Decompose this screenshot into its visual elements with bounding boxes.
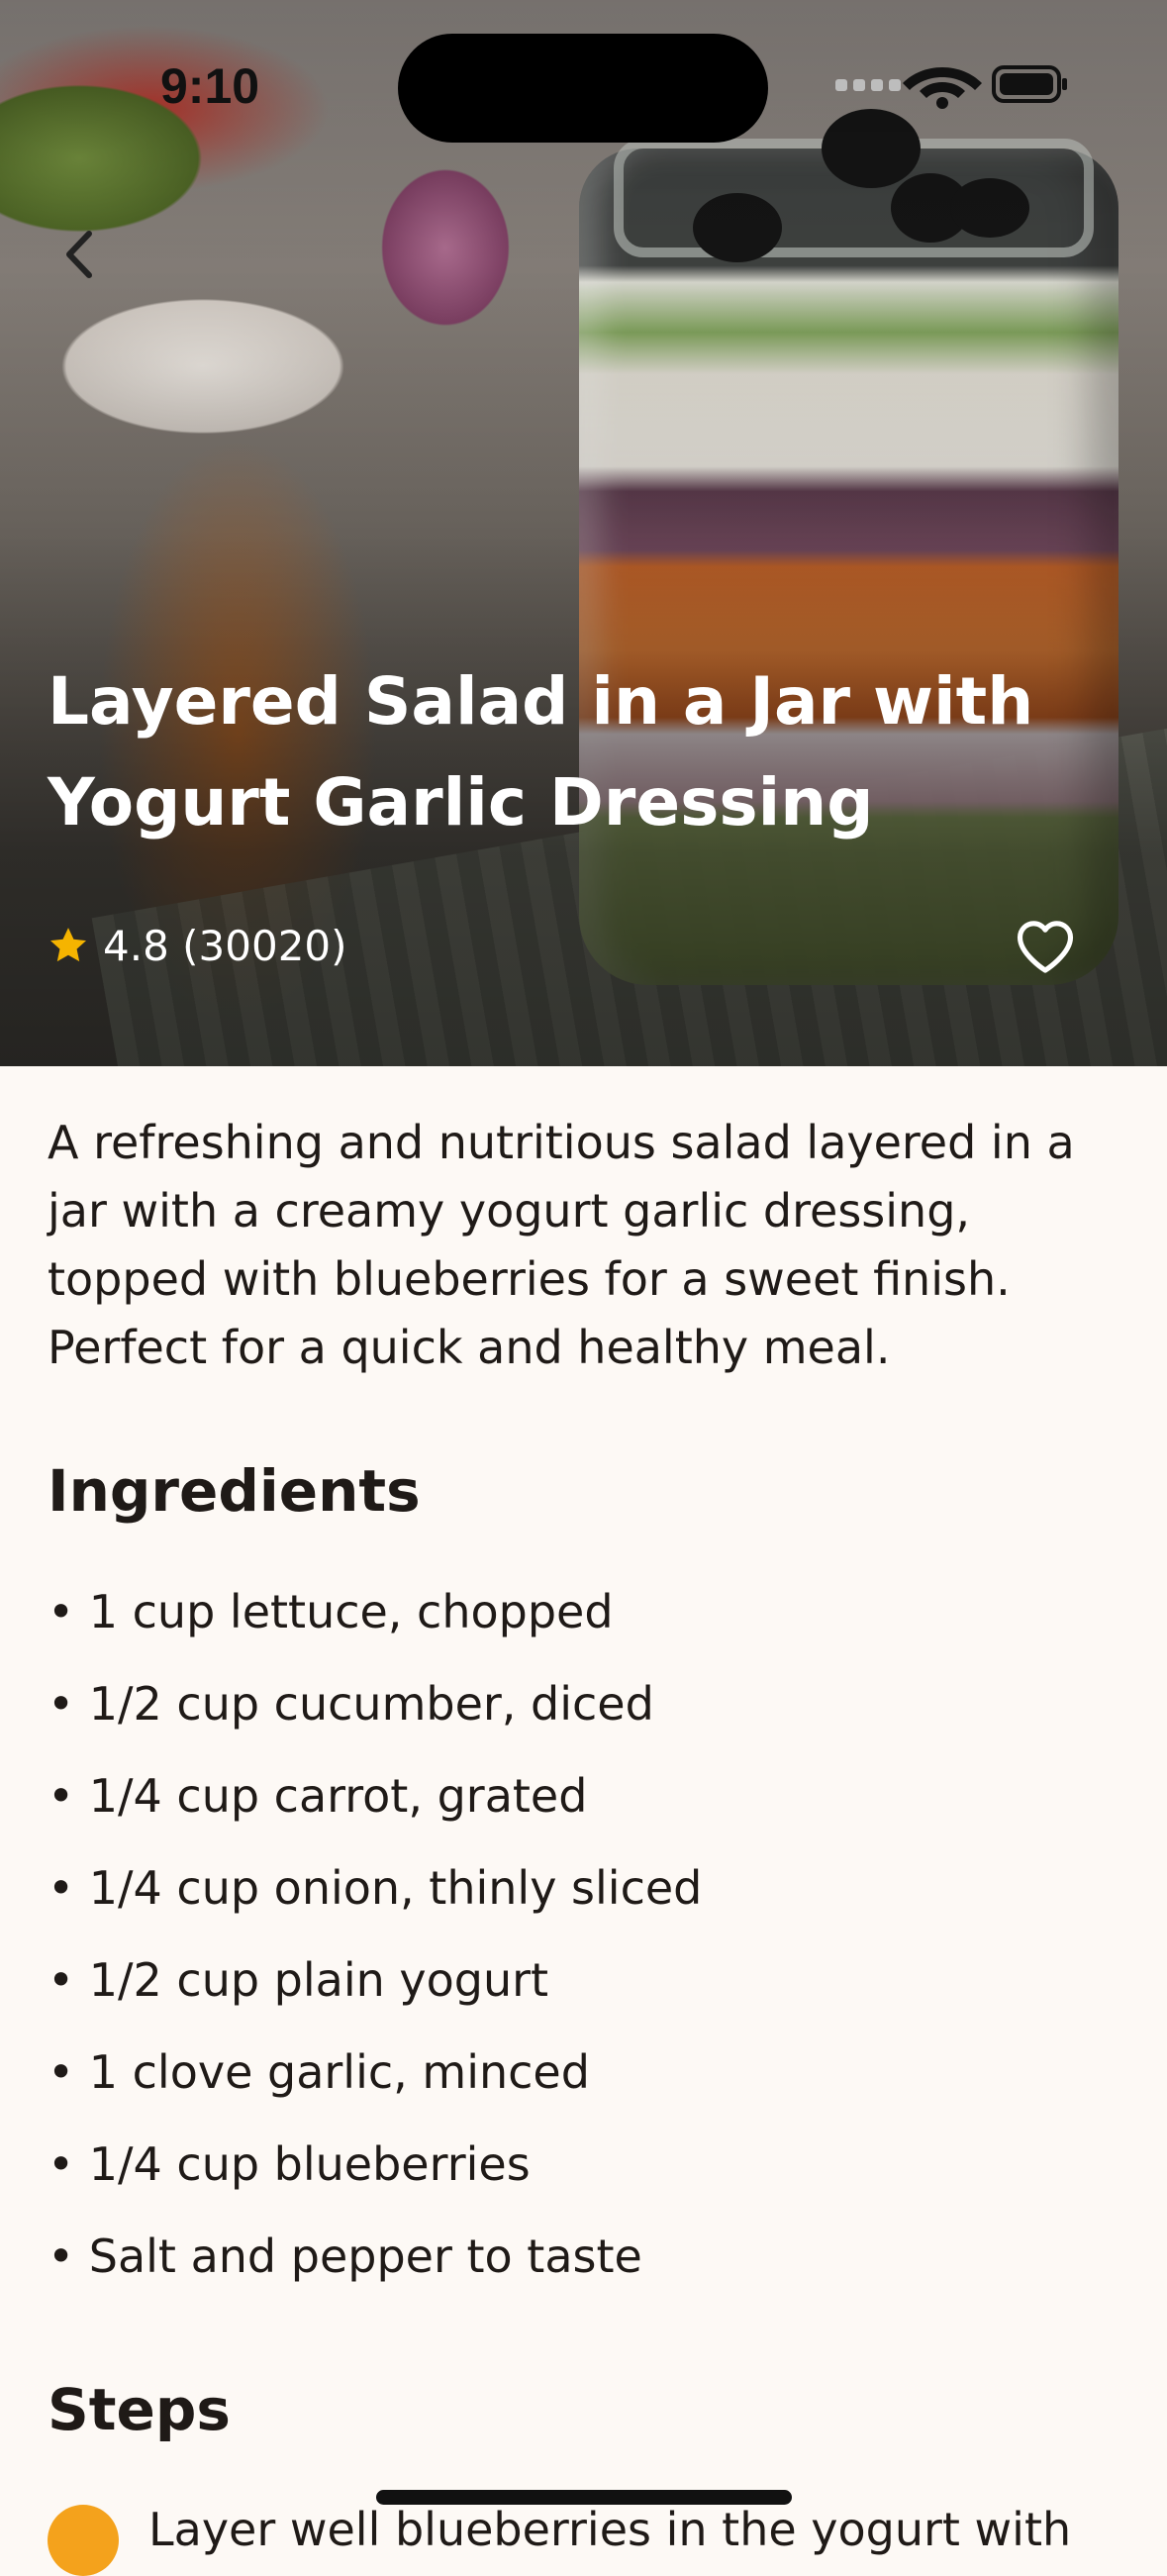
ingredient-item: • 1 clove garlic, minced xyxy=(48,2045,590,2099)
recipe-hero-image xyxy=(0,0,1167,1066)
home-indicator[interactable] xyxy=(376,2490,792,2505)
ingredient-item: • 1/4 cup blueberries xyxy=(48,2137,531,2191)
step-text: Layer well blueberries in the yogurt wit… xyxy=(148,2503,1072,2556)
ingredient-item: • 1 cup lettuce, chopped xyxy=(48,1585,614,1638)
status-icons xyxy=(835,65,1067,109)
recipe-description: A refreshing and nutritious salad layere… xyxy=(48,1116,1075,1374)
ingredients-list: • 1 cup lettuce, chopped • 1/2 cup cucum… xyxy=(48,1580,702,2317)
steps-heading: Steps xyxy=(48,2376,231,2443)
heart-outline-icon[interactable] xyxy=(1012,913,1079,980)
status-time: 9:10 xyxy=(160,58,260,114)
chevron-left-icon[interactable] xyxy=(48,220,117,289)
ingredient-item: • 1/2 cup plain yogurt xyxy=(48,1953,549,2007)
ingredient-item: • 1/4 cup carrot, grated xyxy=(48,1769,588,1823)
star-icon xyxy=(49,928,87,962)
ingredient-item: • Salt and pepper to taste xyxy=(48,2229,642,2283)
rating-row: 4.8 (30020) xyxy=(48,916,347,975)
rating-value: 4.8 (30020) xyxy=(103,921,347,970)
ingredient-item: • 1/4 cup onion, thinly sliced xyxy=(48,1861,703,1915)
step-number-badge xyxy=(48,2505,119,2576)
battery-icon xyxy=(992,65,1067,103)
ingredient-item: • 1/2 cup cucumber, diced xyxy=(48,1677,654,1731)
ingredients-heading: Ingredients xyxy=(48,1457,421,1525)
wifi-icon xyxy=(903,67,982,109)
signal-icon xyxy=(835,79,901,91)
hero-gradient-overlay xyxy=(0,0,1167,1066)
recipe-title: Layered Salad in a Jar with Yogurt Garli… xyxy=(48,663,1034,841)
dynamic-island xyxy=(398,34,768,143)
